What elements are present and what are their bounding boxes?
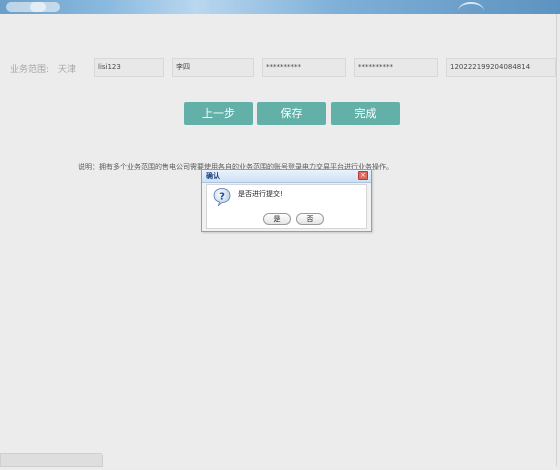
name-field[interactable]: 李四 [172, 58, 254, 77]
dialog-message: 是否进行提交! [238, 190, 283, 198]
save-button[interactable]: 保存 [257, 102, 326, 125]
business-scope-label: 业务范围: [10, 65, 50, 75]
finish-button[interactable]: 完成 [331, 102, 400, 125]
top-banner [0, 0, 560, 14]
business-scope-value: 天津 [58, 65, 77, 75]
dialog-body: ? 是否进行提交! 是 否 [206, 184, 367, 229]
confirm-password-field[interactable]: ********** [354, 58, 438, 77]
banner-cloud-decoration [30, 2, 60, 12]
question-icon: ? [213, 188, 231, 207]
username-field[interactable]: lisi123 [94, 58, 164, 77]
no-button[interactable]: 否 [296, 213, 324, 225]
yes-button[interactable]: 是 [263, 213, 291, 225]
close-icon[interactable]: × [358, 171, 368, 180]
main-panel: 业务范围: 天津 lisi123 李四 ********** *********… [0, 14, 557, 466]
previous-step-button[interactable]: 上一步 [184, 102, 253, 125]
dialog-titlebar: 确认 × [202, 170, 371, 183]
password-field[interactable]: ********** [262, 58, 346, 77]
confirm-dialog: 确认 × ? 是否进行提交! 是 否 [201, 169, 372, 232]
svg-text:?: ? [219, 192, 225, 203]
dialog-title: 确认 [206, 172, 220, 180]
id-number-field[interactable]: 120222199204084814 [446, 58, 556, 77]
bottom-tab[interactable] [0, 453, 103, 467]
